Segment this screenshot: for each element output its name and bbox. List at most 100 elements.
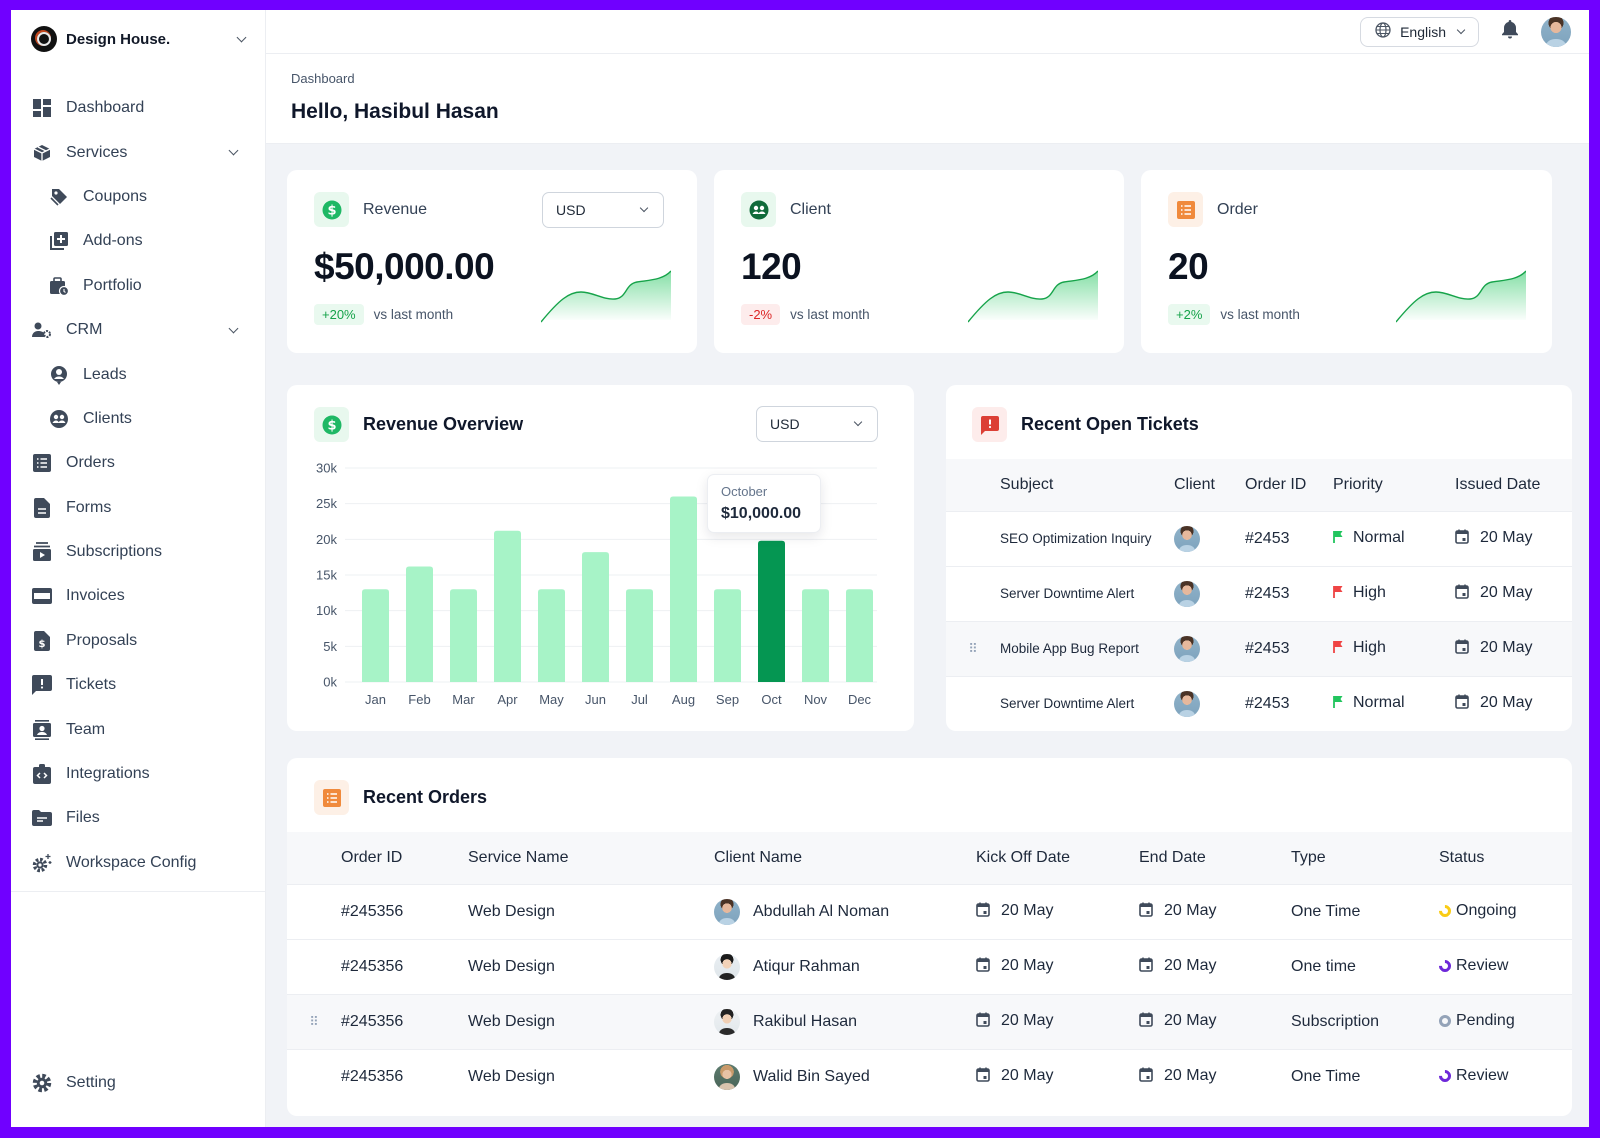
order-service: Web Design bbox=[468, 938, 714, 994]
drag-handle-icon[interactable] bbox=[287, 1048, 341, 1104]
order-row[interactable]: #245356 Web Design Abdullah Al Noman 20 May… bbox=[287, 883, 1572, 939]
drag-handle-icon[interactable] bbox=[287, 938, 341, 994]
bar-may[interactable] bbox=[538, 589, 565, 682]
ticket-row[interactable]: Server Downtime Alert #2453 High 20 May bbox=[946, 565, 1572, 621]
breadcrumb[interactable]: Dashboard bbox=[291, 71, 1589, 86]
client-avatar[interactable] bbox=[714, 953, 740, 980]
overview-currency-select[interactable]: USD bbox=[756, 406, 878, 442]
order-id[interactable]: #245356 bbox=[341, 993, 468, 1049]
bar-oct[interactable] bbox=[758, 540, 785, 682]
ticket-row[interactable]: Server Downtime Alert #2453 Normal 20 May bbox=[946, 675, 1572, 731]
sidebar-item-coupons[interactable]: Coupons bbox=[11, 175, 265, 219]
order-row[interactable]: #245356 Web Design Walid Bin Sayed 20 May 20… bbox=[287, 1048, 1572, 1104]
list-alt-icon bbox=[32, 453, 52, 473]
col-service-name[interactable]: Service Name bbox=[468, 832, 714, 884]
sidebar-item-leads[interactable]: Leads bbox=[11, 352, 265, 396]
bar-jan[interactable] bbox=[362, 589, 389, 682]
briefcase-clock-icon bbox=[49, 276, 69, 296]
ticket-row[interactable]: ⠿ Mobile App Bug Report #2453 High 20 May bbox=[946, 620, 1572, 676]
user-avatar[interactable] bbox=[1541, 16, 1571, 47]
drag-handle-icon[interactable] bbox=[287, 883, 341, 939]
sidebar-item-crm[interactable]: CRM bbox=[11, 308, 265, 352]
notification-bell-icon[interactable] bbox=[1501, 19, 1519, 44]
ticket-alert-icon bbox=[972, 407, 1007, 442]
drag-handle-icon[interactable]: ⠿ bbox=[287, 993, 341, 1049]
order-id[interactable]: #245356 bbox=[341, 883, 468, 939]
col-order-id[interactable]: Order ID bbox=[1245, 459, 1333, 511]
sidebar-item-add-ons[interactable]: Add-ons bbox=[11, 219, 265, 263]
bar-nov[interactable] bbox=[802, 589, 829, 682]
bar-aug[interactable] bbox=[670, 496, 697, 682]
col-status[interactable]: Status bbox=[1439, 832, 1572, 884]
sidebar-item-orders[interactable]: Orders bbox=[11, 441, 265, 485]
col-type[interactable]: Type bbox=[1291, 832, 1439, 884]
ticket-subject[interactable]: Server Downtime Alert bbox=[1000, 565, 1174, 621]
sidebar-item-files[interactable]: Files bbox=[11, 796, 265, 840]
bar-sep[interactable] bbox=[714, 589, 741, 682]
col-client[interactable]: Client bbox=[1174, 459, 1245, 511]
calendar-icon bbox=[1139, 1012, 1153, 1032]
sidebar-item-tickets[interactable]: Tickets bbox=[11, 663, 265, 707]
ticket-row[interactable]: SEO Optimization Inquiry #2453 Normal 20 Ma… bbox=[946, 510, 1572, 566]
drag-handle-icon[interactable] bbox=[946, 675, 1000, 731]
order-type: Subscription bbox=[1291, 993, 1439, 1049]
sidebar-item-setting[interactable]: Setting bbox=[11, 1061, 265, 1105]
sidebar-item-team[interactable]: Team bbox=[11, 707, 265, 751]
sidebar-item-proposals[interactable]: $ Proposals bbox=[11, 619, 265, 663]
workspace-switcher[interactable]: Design House. bbox=[11, 10, 265, 68]
chevron-down-icon[interactable] bbox=[228, 145, 239, 156]
bar-mar[interactable] bbox=[450, 589, 477, 682]
order-id[interactable]: #245356 bbox=[341, 1048, 468, 1104]
ticket-subject[interactable]: SEO Optimization Inquiry bbox=[1000, 510, 1174, 566]
col-client-name[interactable]: Client Name bbox=[714, 832, 976, 884]
sidebar-item-integrations[interactable]: Integrations bbox=[11, 752, 265, 796]
gear-sparkle-icon bbox=[32, 853, 52, 873]
drag-handle-icon[interactable] bbox=[946, 510, 1000, 566]
order-service: Web Design bbox=[468, 883, 714, 939]
col-issued-date[interactable]: Issued Date bbox=[1455, 459, 1572, 511]
order-kickoff: 20 May bbox=[1001, 956, 1054, 974]
bar-feb[interactable] bbox=[406, 566, 433, 682]
svg-text:$: $ bbox=[39, 639, 46, 650]
sidebar-item-clients[interactable]: Clients bbox=[11, 397, 265, 441]
drag-handle-icon[interactable] bbox=[946, 565, 1000, 621]
col-order-id[interactable]: Order ID bbox=[341, 832, 468, 884]
sidebar-item-services[interactable]: Services bbox=[11, 130, 265, 174]
col-kick-off-date[interactable]: Kick Off Date bbox=[976, 832, 1139, 884]
drag-handle-icon[interactable]: ⠿ bbox=[946, 620, 1000, 676]
order-row[interactable]: #245356 Web Design Atiqur Rahman 20 May 20 M… bbox=[287, 938, 1572, 994]
language-selector[interactable]: English bbox=[1360, 16, 1479, 47]
sidebar-item-subscriptions[interactable]: Subscriptions bbox=[11, 530, 265, 574]
bar-dec[interactable] bbox=[846, 589, 873, 682]
order-id[interactable]: #245356 bbox=[341, 938, 468, 994]
bar-jun[interactable] bbox=[582, 552, 609, 682]
col-subject[interactable]: Subject bbox=[1000, 459, 1174, 511]
sidebar-item-workspace-config[interactable]: Workspace Config bbox=[11, 841, 265, 885]
ticket-order-id: #2453 bbox=[1245, 565, 1333, 621]
client-avatar[interactable] bbox=[1174, 525, 1200, 552]
ticket-subject[interactable]: Mobile App Bug Report bbox=[1000, 620, 1174, 676]
chevron-down-icon[interactable] bbox=[228, 323, 239, 334]
order-row[interactable]: ⠿ #245356 Web Design Rakibul Hasan 20 May 20 … bbox=[287, 993, 1572, 1049]
sidebar-item-portfolio[interactable]: Portfolio bbox=[11, 264, 265, 308]
client-avatar[interactable] bbox=[1174, 635, 1200, 662]
client-avatar[interactable] bbox=[714, 898, 740, 925]
order-end-cell: 20 May bbox=[1139, 883, 1291, 939]
ticket-subject[interactable]: Server Downtime Alert bbox=[1000, 675, 1174, 731]
client-avatar[interactable] bbox=[714, 1008, 740, 1035]
sidebar-item-forms[interactable]: Forms bbox=[11, 486, 265, 530]
sidebar-item-dashboard[interactable]: Dashboard bbox=[11, 86, 265, 130]
sidebar-item-label: CRM bbox=[66, 321, 103, 339]
bar-jul[interactable] bbox=[626, 589, 653, 682]
order-status-cell: Review bbox=[1436, 1048, 1572, 1104]
bar-apr[interactable] bbox=[494, 530, 521, 682]
sidebar-item-label: Workspace Config bbox=[66, 853, 197, 871]
client-avatar[interactable] bbox=[1174, 580, 1200, 607]
client-avatar[interactable] bbox=[714, 1063, 740, 1090]
client-avatar[interactable] bbox=[1174, 690, 1200, 717]
col-priority[interactable]: Priority bbox=[1333, 459, 1455, 511]
order-status: Ongoing bbox=[1456, 901, 1517, 919]
col-end-date[interactable]: End Date bbox=[1139, 832, 1291, 884]
revenue-currency-select[interactable]: USD bbox=[542, 192, 664, 228]
sidebar-item-invoices[interactable]: Invoices bbox=[11, 574, 265, 618]
